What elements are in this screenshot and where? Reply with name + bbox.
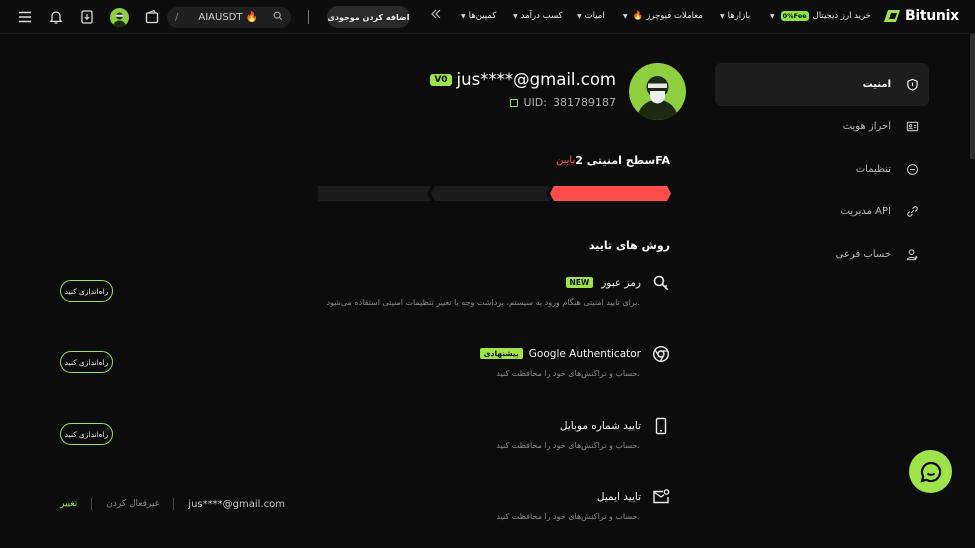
method-phone: تایید شماره موبایل حساب و تراکنش‌های خود…: [300, 416, 670, 450]
top-navigation-bar: / AIAUSDT 🔥 اضافه کردن موجودی ▼ کمپین‌ها…: [0, 0, 975, 34]
add-funds-button[interactable]: اضافه کردن موجودی: [327, 6, 410, 28]
method-description: حساب و تراکنش‌های خود را محافظت کنید.: [496, 512, 640, 521]
setup-phone-button[interactable]: راه‌اندازی کنید: [60, 423, 113, 445]
chevron-down-icon: ▼: [461, 12, 466, 20]
search-input[interactable]: / AIAUSDT 🔥: [167, 7, 291, 28]
security-level-header: پایین سطح امنیتی 2FA: [500, 154, 670, 167]
nav-item-markets[interactable]: ▼ بازارها: [720, 11, 750, 21]
profile-email: V0 jus****@gmail.com: [430, 70, 616, 89]
settings-icon: [905, 162, 919, 176]
uid-label: UID:: [523, 96, 547, 109]
search-icon: [273, 11, 283, 24]
meter-segment-2: [431, 186, 550, 201]
sidebar-item-label: امنیت: [862, 78, 891, 90]
search-text: AIAUSDT: [198, 12, 243, 23]
setup-password-button[interactable]: راه‌اندازی کنید: [60, 280, 113, 302]
recommended-badge: پیشنهادی: [479, 348, 523, 359]
divider: [91, 498, 93, 510]
copy-icon[interactable]: [509, 98, 518, 107]
chevron-down-icon: ▼: [577, 12, 582, 20]
setup-google-authenticator-button[interactable]: راه‌اندازی کنید: [60, 351, 113, 373]
nav-item-campaigns[interactable]: ▼ کمپین‌ها: [461, 11, 496, 21]
sidebar-item-identity[interactable]: احراز هویت: [715, 106, 929, 149]
security-meter: [318, 186, 671, 201]
new-badge: NEW: [565, 277, 594, 288]
method-email: تایید ایمیل حساب و تراکنش‌های خود را محا…: [300, 487, 670, 521]
chat-icon: [919, 461, 941, 483]
sidebar-item-label: مدیریت API: [840, 206, 891, 218]
divider: [173, 498, 175, 510]
security-level-title: سطح امنیتی 2FA: [575, 154, 670, 167]
sidebar-item-label: احراز هویت: [842, 121, 891, 133]
zero-fee-badge: 0%Fee: [780, 11, 809, 21]
disable-email-link[interactable]: غیرفعال کردن: [106, 499, 159, 509]
method-google-authenticator: پیشنهادی Google Authenticator حساب و ترا…: [300, 344, 670, 378]
bound-email: jus****@gmail.com: [188, 498, 285, 510]
chevron-down-icon: ▼: [513, 12, 518, 20]
method-name: تایید ایمیل: [596, 490, 641, 503]
shield-icon: [905, 77, 919, 91]
email-text: jus****@gmail.com: [456, 70, 616, 89]
google-auth-icon: [651, 344, 670, 363]
email-actions: تغییر غیرفعال کردن jus****@gmail.com: [60, 498, 285, 510]
uid-value: 381789187: [553, 96, 616, 109]
sidebar-item-api[interactable]: مدیریت API: [715, 191, 929, 234]
vip-badge: V0: [430, 73, 452, 86]
settings-sidebar: امنیت احراز هویت تنظیمات مدیریت API حساب…: [715, 63, 929, 276]
method-description: حساب و تراکنش‌های خود را محافظت کنید.: [496, 441, 640, 450]
fire-icon: 🔥: [245, 12, 258, 23]
security-level-value: پایین: [556, 155, 576, 166]
logo-mark-icon: [884, 10, 900, 22]
wallet-icon[interactable]: [143, 8, 161, 26]
chevron-down-icon: ▼: [720, 12, 725, 20]
method-name: رمز عبور: [601, 276, 641, 289]
sidebar-item-security[interactable]: امنیت: [715, 63, 929, 106]
key-icon: [651, 273, 670, 292]
bitunix-logo[interactable]: Bitunix: [884, 8, 959, 24]
nav-item-amiyat[interactable]: ▼ امیات: [577, 11, 605, 21]
chevron-down-icon: ▼: [623, 12, 628, 20]
id-card-icon: [905, 120, 919, 134]
topbar-divider: [308, 10, 309, 24]
nav-item-buy-crypto[interactable]: ▼ 0%Fee خرید ارز دیجیتال: [770, 11, 871, 21]
sidebar-item-label: حساب فرعی: [835, 248, 891, 260]
meter-segment-1: [318, 186, 431, 201]
sidebar-item-sub-account[interactable]: حساب فرعی: [715, 233, 929, 276]
email-icon: [651, 487, 670, 506]
method-description: برای تایید امنیتی هنگام ورود به سیستم، ب…: [326, 298, 640, 307]
support-chat-button[interactable]: [909, 450, 952, 493]
page-scrollbar[interactable]: [970, 34, 975, 159]
download-icon[interactable]: [78, 8, 96, 26]
bell-icon[interactable]: [47, 8, 65, 26]
api-icon: [905, 205, 919, 219]
method-name: تایید شماره موبایل: [559, 419, 641, 432]
nav-item-earn[interactable]: ▼ کسب درآمد: [513, 11, 563, 21]
profile-avatar: [629, 63, 686, 120]
method-password: NEW رمز عبور برای تایید امنیتی هنگام ورو…: [300, 273, 670, 307]
method-description: حساب و تراکنش‌های خود را محافظت کنید.: [496, 369, 640, 378]
fire-icon: 🔥: [632, 11, 644, 21]
sidebar-item-settings[interactable]: تنظیمات: [715, 148, 929, 191]
sidebar-item-label: تنظیمات: [855, 163, 891, 175]
method-name: Google Authenticator: [528, 347, 641, 360]
nav-collapse-icon[interactable]: [430, 9, 442, 22]
nav-item-futures[interactable]: ▼ 🔥 معاملات فیوچرز: [623, 11, 703, 21]
search-shortcut: /: [175, 12, 179, 23]
sub-account-icon: [905, 247, 919, 261]
verification-methods-title: روش های تایید: [588, 239, 670, 252]
phone-icon: [651, 416, 670, 435]
avatar[interactable]: [110, 8, 129, 27]
chevron-down-icon: ▼: [770, 12, 775, 20]
meter-segment-3: [550, 186, 671, 201]
change-email-link[interactable]: تغییر: [60, 499, 77, 509]
uid-row: UID: 381789187: [433, 96, 616, 109]
menu-icon[interactable]: [16, 8, 34, 26]
